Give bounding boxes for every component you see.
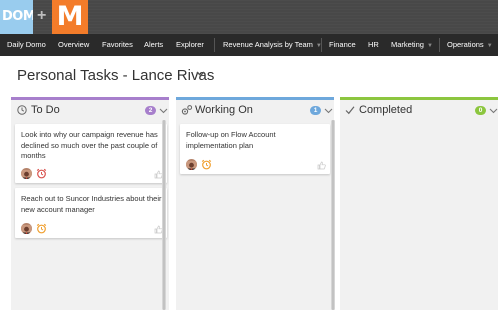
count-badge: 0 — [475, 106, 486, 115]
column-header: Completed 0 — [340, 100, 498, 122]
nav-item-favorites[interactable]: Favorites — [102, 34, 133, 56]
column-title: Working On — [195, 104, 253, 116]
avatar[interactable] — [21, 223, 32, 234]
task-card[interactable]: Reach out to Suncor Industries about the… — [15, 188, 167, 238]
chevron-down-icon[interactable] — [159, 107, 168, 114]
nav-item-alerts[interactable]: Alerts — [144, 34, 163, 56]
clock-icon — [17, 105, 27, 115]
task-card[interactable]: Follow-up on Flow Account implementation… — [180, 124, 330, 174]
avatar[interactable] — [186, 159, 197, 170]
alarm-clock-icon[interactable] — [36, 168, 47, 179]
column-scrollbar[interactable] — [331, 120, 335, 310]
column-header: Working On 1 — [176, 100, 334, 122]
nav-item-marketing[interactable]: Marketing ▼ — [391, 34, 433, 56]
column-working-on: Working On 1 Follow-up on Flow Account i… — [176, 97, 334, 310]
chevron-down-icon[interactable] — [324, 107, 333, 114]
nav-item-finance[interactable]: Finance — [329, 34, 356, 56]
count-badge: 2 — [145, 106, 156, 115]
column-completed: Completed 0 — [340, 97, 498, 310]
nav-item-overview[interactable]: Overview — [58, 34, 89, 56]
avatar[interactable] — [21, 168, 32, 179]
nav-divider — [214, 38, 215, 52]
column-header: To Do 2 — [11, 100, 169, 122]
column-scrollbar[interactable] — [162, 120, 166, 310]
nav-item-operations[interactable]: Operations ▼ — [447, 34, 493, 56]
alarm-clock-icon[interactable] — [36, 223, 47, 234]
plus-sign: + — [37, 7, 47, 24]
task-text: Look into why our campaign revenue has d… — [21, 130, 158, 160]
chevron-down-icon[interactable] — [489, 107, 498, 114]
domo-logo-text: DOMO — [2, 9, 33, 24]
top-bar: DOMO + M — [0, 0, 498, 34]
chevron-down-icon[interactable] — [195, 68, 206, 79]
column-title: Completed — [359, 104, 413, 116]
column-title: To Do — [31, 104, 60, 116]
count-badge: 1 — [310, 106, 321, 115]
nav-item-revenue-analysis[interactable]: Revenue Analysis by Team ▼ — [223, 34, 322, 56]
nav-item-hr[interactable]: HR — [368, 34, 379, 56]
task-text: Follow-up on Flow Account implementation… — [186, 130, 276, 150]
nav-item-daily-domo[interactable]: Daily Domo — [7, 34, 46, 56]
nav-item-explorer[interactable]: Explorer — [176, 34, 204, 56]
thumbs-up-icon[interactable] — [317, 161, 326, 170]
column-to-do: To Do 2 Look into why our campaign reven… — [11, 97, 169, 310]
task-card[interactable]: Look into why our campaign revenue has d… — [15, 124, 167, 183]
checkmark-icon — [345, 106, 355, 115]
gears-icon — [181, 105, 193, 115]
page-title: Personal Tasks - Lance Rivas — [17, 67, 215, 84]
company-logo-text: M — [56, 1, 84, 32]
company-logo[interactable]: M — [52, 0, 88, 34]
nav-divider — [321, 38, 322, 52]
main-nav: Daily Domo Overview Favorites Alerts Exp… — [0, 34, 498, 56]
chevron-down-icon: ▼ — [426, 43, 433, 49]
alarm-clock-icon[interactable] — [201, 159, 212, 170]
chevron-down-icon: ▼ — [486, 43, 493, 49]
task-text: Reach out to Suncor Industries about the… — [21, 194, 162, 214]
nav-divider — [439, 38, 440, 52]
domo-logo[interactable]: DOMO — [0, 0, 33, 34]
page-title-row: Personal Tasks - Lance Rivas — [17, 65, 214, 87]
